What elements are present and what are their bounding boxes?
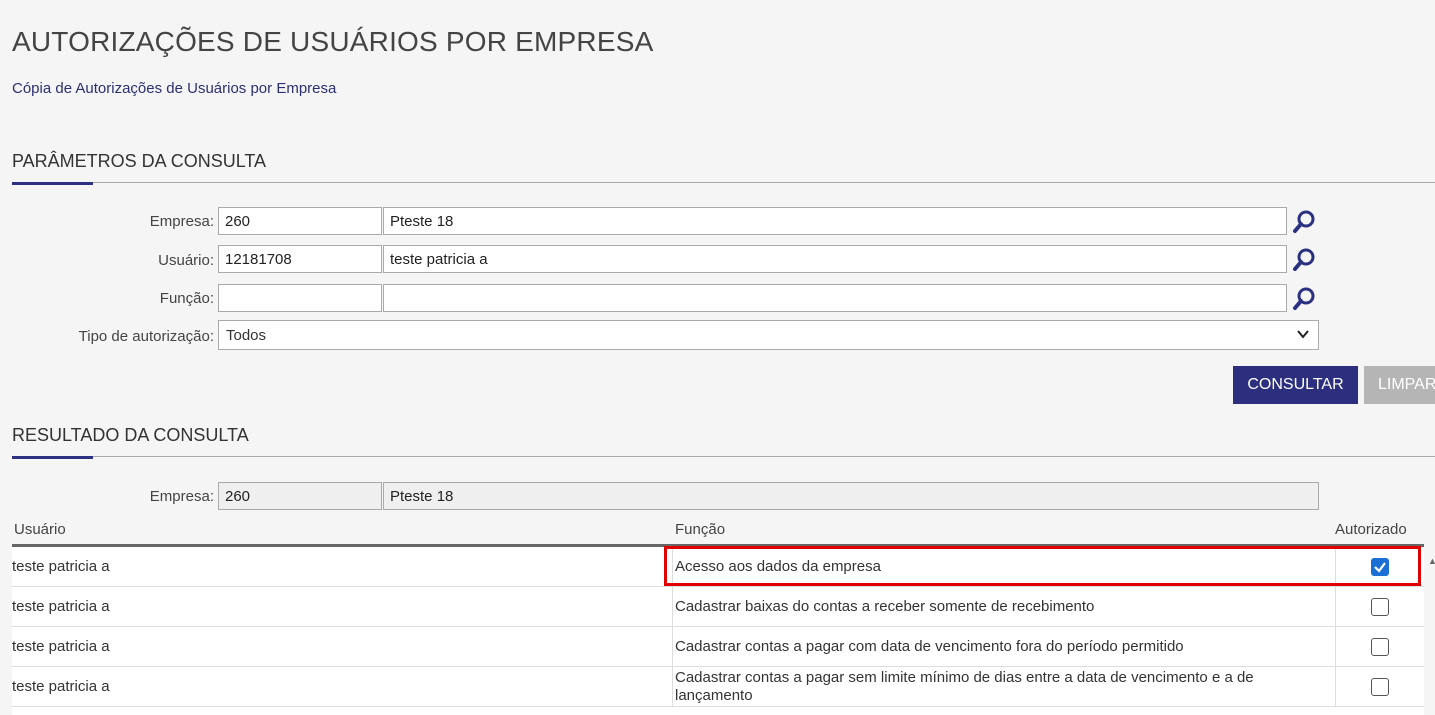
search-icon (1293, 287, 1315, 310)
params-section-title: PARÂMETROS DA CONSULTA (12, 151, 267, 171)
params-section-accent (12, 182, 93, 185)
row-autorizado-cell (1336, 587, 1424, 626)
chevron-down-icon (1297, 330, 1309, 339)
row-usuario: teste patricia a (12, 587, 673, 626)
funcao-code-input[interactable] (218, 284, 382, 312)
result-empresa-name: Pteste 18 (383, 482, 1319, 510)
row-funcao: Cadastrar contas a pagar com data de ven… (674, 627, 1336, 666)
result-empresa-code: 260 (218, 482, 382, 510)
funcao-name-input[interactable] (383, 284, 1287, 312)
empresa-label: Empresa: (149, 213, 214, 230)
usuario-search-button[interactable] (1290, 245, 1318, 273)
column-header-usuario[interactable]: Usuário (14, 521, 66, 538)
autorizado-checkbox[interactable] (1371, 597, 1389, 616)
empresa-search-button[interactable] (1290, 207, 1318, 235)
row-autorizado-cell (1336, 667, 1424, 706)
row-funcao: Cadastrar baixas do contas a receber som… (674, 587, 1336, 626)
page-subtitle-link[interactable]: Cópia de Autorizações de Usuários por Em… (12, 80, 336, 97)
autorizado-checkbox[interactable] (1371, 677, 1389, 696)
search-icon (1293, 248, 1315, 271)
scrollbar-arrow-icon[interactable]: ▲ (1428, 556, 1435, 566)
tipo-autorizacao-select[interactable]: Todos (218, 320, 1319, 350)
results-section-divider (12, 456, 1435, 457)
table-row[interactable]: teste patricia a Cadastrar contas a paga… (12, 667, 1424, 707)
column-header-funcao[interactable]: Função (675, 521, 725, 538)
autorizado-checkbox[interactable] (1371, 637, 1389, 656)
consultar-button[interactable]: CONSULTAR (1233, 366, 1358, 404)
table-row[interactable]: teste patricia a Cadastrar contas a paga… (12, 627, 1424, 667)
results-section-accent (12, 456, 93, 459)
row-usuario: teste patricia a (12, 627, 673, 666)
row-usuario: teste patricia a (12, 547, 673, 586)
highlight-box (664, 546, 1421, 586)
result-empresa-label: Empresa: (149, 488, 214, 505)
search-icon (1293, 210, 1315, 233)
row-funcao: Cadastrar contas a pagar sem limite míni… (674, 667, 1336, 706)
usuario-name-input[interactable]: teste patricia a (383, 245, 1287, 273)
results-section-title: RESULTADO DA CONSULTA (12, 425, 249, 445)
funcao-label: Função: (159, 290, 214, 307)
usuario-label: Usuário: (158, 252, 214, 269)
funcao-search-button[interactable] (1290, 284, 1318, 312)
params-section-divider (12, 182, 1435, 183)
empresa-code-input[interactable]: 260 (218, 207, 382, 235)
row-autorizado-cell (1336, 627, 1424, 666)
page-title: AUTORIZAÇÕES DE USUÁRIOS POR EMPRESA (12, 26, 654, 57)
column-header-autorizado[interactable]: Autorizado (1335, 521, 1407, 538)
usuario-code-input[interactable]: 12181708 (218, 245, 382, 273)
empresa-name-input[interactable]: Pteste 18 (383, 207, 1287, 235)
limpar-button[interactable]: LIMPAR (1364, 366, 1435, 404)
table-row[interactable]: teste patricia a Cadastrar baixas do con… (12, 587, 1424, 627)
tipo-autorizacao-label: Tipo de autorização: (78, 328, 214, 345)
row-usuario: teste patricia a (12, 667, 673, 706)
tipo-autorizacao-value: Todos (226, 327, 267, 344)
